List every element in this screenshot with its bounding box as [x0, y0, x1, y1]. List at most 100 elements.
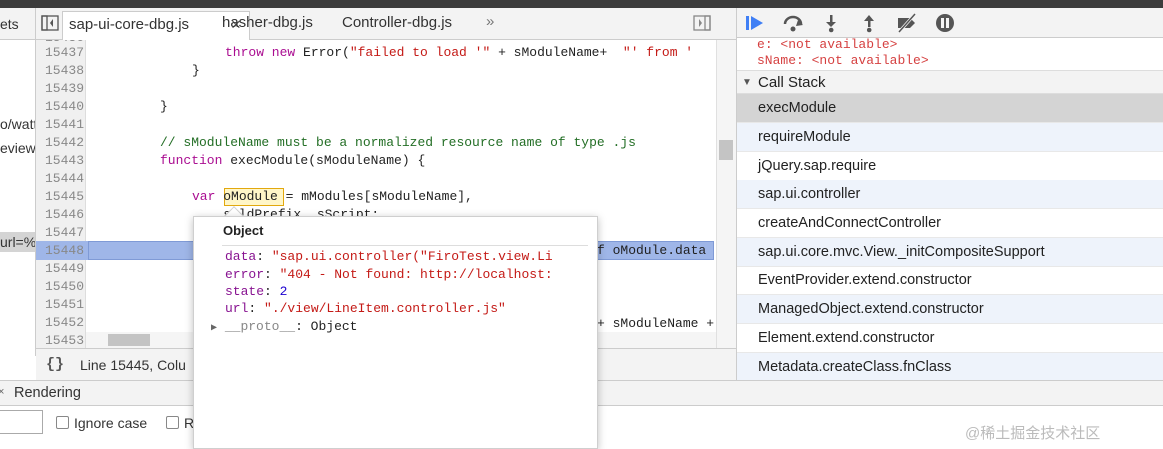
property-key: state [225, 284, 265, 299]
variable-value: <not available> [811, 53, 929, 68]
call-frame[interactable]: createAndConnectController [737, 209, 1163, 238]
property-value: "./view/LineItem.controller.js" [264, 301, 506, 316]
line-number[interactable]: 15450 [36, 279, 84, 294]
popover-title: Object [223, 223, 264, 238]
cursor-position: Line 15445, Colu [80, 357, 186, 373]
line-number[interactable]: 15441 [36, 117, 84, 132]
property-value: "404 - Not found: http://localhost: [279, 267, 553, 282]
editor-vertical-scrollbar[interactable] [716, 40, 736, 348]
property-value: 2 [279, 284, 288, 299]
resume-icon[interactable] [743, 12, 767, 34]
tab-controller-dbg[interactable]: Controller-dbg.js [342, 14, 452, 31]
object-property[interactable]: data: "sap.ui.controller("FiroTest.view.… [225, 249, 553, 264]
scope-variable[interactable]: sName: <not available> [757, 53, 929, 68]
line-number[interactable]: 15453 [36, 333, 84, 348]
step-out-icon[interactable] [857, 12, 881, 34]
left-navigator-pane: ets o/watt eview url=% [0, 8, 36, 356]
ignore-case-checkbox[interactable] [56, 416, 69, 429]
search-input[interactable] [0, 410, 43, 434]
call-frame[interactable]: Metadata.createClass.fnClass [737, 353, 1163, 380]
close-drawer-icon[interactable]: × [0, 386, 4, 398]
call-frame[interactable]: EventProvider.extend.constructor [737, 266, 1163, 295]
debugger-sidebar: e: <not available> sName: <not available… [736, 8, 1163, 380]
code-token: execModule(sModuleName) { [222, 153, 426, 168]
call-frame-selected[interactable]: execModule [737, 94, 1163, 123]
scrollbar-thumb[interactable] [108, 334, 150, 346]
code-line-tail: f oModule.data [597, 243, 707, 258]
code-token: = mModules[sModuleName], [277, 189, 473, 204]
line-number[interactable]: 15440 [36, 99, 84, 114]
more-tabs-icon[interactable]: » [486, 13, 494, 30]
variable-name: sName [757, 53, 797, 68]
object-property[interactable]: error: "404 - Not found: http://localhos… [225, 267, 553, 282]
ignore-case-label: Ignore case [74, 415, 148, 431]
code-line: } [160, 99, 168, 114]
navigator-tab[interactable]: ets [0, 8, 35, 40]
object-property[interactable]: url: "./view/LineItem.controller.js" [225, 301, 506, 316]
code-token: var [192, 189, 216, 204]
step-into-icon[interactable] [819, 12, 843, 34]
code-token: throw new [225, 45, 296, 60]
code-token: Error( [295, 45, 350, 60]
call-stack-header[interactable]: ▼ Call Stack [737, 70, 1163, 94]
line-number[interactable]: 15445 [36, 189, 84, 204]
line-number[interactable]: 15449 [36, 261, 84, 276]
call-frame[interactable]: Element.extend.constructor [737, 324, 1163, 353]
property-key: __proto__ [224, 319, 296, 334]
toggle-navigator-icon[interactable] [41, 15, 59, 34]
pause-on-exceptions-icon[interactable] [933, 12, 957, 34]
call-frame[interactable]: sap.ui.controller [737, 180, 1163, 209]
toggle-debugger-icon[interactable] [693, 15, 711, 34]
code-comment: // sModuleName must be a normalized reso… [160, 135, 636, 150]
step-over-icon[interactable] [781, 12, 805, 34]
hovered-variable-token[interactable]: oModule [223, 189, 278, 204]
call-frame[interactable]: ManagedObject.extend.constructor [737, 295, 1163, 324]
expand-triangle-icon: ▼ [742, 77, 752, 88]
editor-tab-bar: sap-ui-core-dbg.js × hasher-dbg.js Contr… [36, 8, 736, 41]
call-frame[interactable]: jQuery.sap.require [737, 152, 1163, 181]
call-frame[interactable]: requireModule [737, 123, 1163, 152]
code-token: + sModuleName+ [490, 45, 623, 60]
object-property[interactable]: state: 2 [225, 284, 287, 299]
line-number[interactable]: 15444 [36, 171, 84, 186]
object-property-proto[interactable]: ▶ __proto__: Object [211, 319, 357, 334]
line-number[interactable]: 15447 [36, 225, 84, 240]
line-number[interactable]: 15439 [36, 81, 84, 96]
line-number[interactable]: 15451 [36, 297, 84, 312]
line-number[interactable]: 15448 [36, 243, 84, 258]
property-value: "sap.ui.controller("FiroTest.view.Li [271, 249, 553, 264]
regex-checkbox[interactable] [166, 416, 179, 429]
navigator-row[interactable]: url=% [0, 234, 35, 250]
line-number[interactable]: 15452 [36, 315, 84, 330]
pretty-print-icon[interactable]: {} [46, 356, 64, 373]
variable-value: <not available> [780, 37, 898, 52]
watermark: @稀土掘金技术社区 [965, 425, 1101, 442]
variable-name: e [757, 37, 765, 52]
scope-variable[interactable]: e: <not available> [757, 37, 897, 52]
tab-rendering[interactable]: Rendering [14, 385, 81, 401]
line-number[interactable]: 15443 [36, 153, 84, 168]
line-number[interactable]: 15446 [36, 207, 84, 222]
line-number[interactable]: 15438 [36, 63, 84, 78]
navigator-row[interactable]: o/watt [0, 116, 35, 132]
call-frame[interactable]: sap.ui.core.mvc.View._initCompositeSuppo… [737, 238, 1163, 267]
code-line: throw new Error("failed to load '" + sMo… [225, 45, 693, 60]
code-line: } [192, 63, 200, 78]
tab-hasher-dbg[interactable]: hasher-dbg.js [222, 14, 313, 31]
call-stack-title: Call Stack [758, 74, 826, 91]
code-line: function execModule(sModuleName) { [160, 153, 425, 168]
code-line: var oModule = mModules[sModuleName], [192, 189, 473, 204]
object-inspector-popover[interactable]: Object data: "sap.ui.controller("FiroTes… [193, 216, 598, 449]
code-token: "failed to load '" [349, 45, 491, 60]
line-number[interactable]: 15442 [36, 135, 84, 150]
deactivate-breakpoints-icon[interactable] [895, 12, 919, 34]
property-key: url [225, 301, 249, 316]
code-token: function [160, 153, 223, 168]
navigator-row[interactable]: eview [0, 140, 35, 156]
line-number[interactable]: 15437 [36, 45, 84, 60]
scrollbar-thumb[interactable] [719, 140, 733, 160]
tab-label: sap-ui-core-dbg.js [69, 16, 190, 33]
window-top-strip [0, 0, 1163, 8]
expand-triangle-icon[interactable]: ▶ [211, 323, 217, 334]
code-line-tail: + sModuleName + [597, 316, 715, 331]
